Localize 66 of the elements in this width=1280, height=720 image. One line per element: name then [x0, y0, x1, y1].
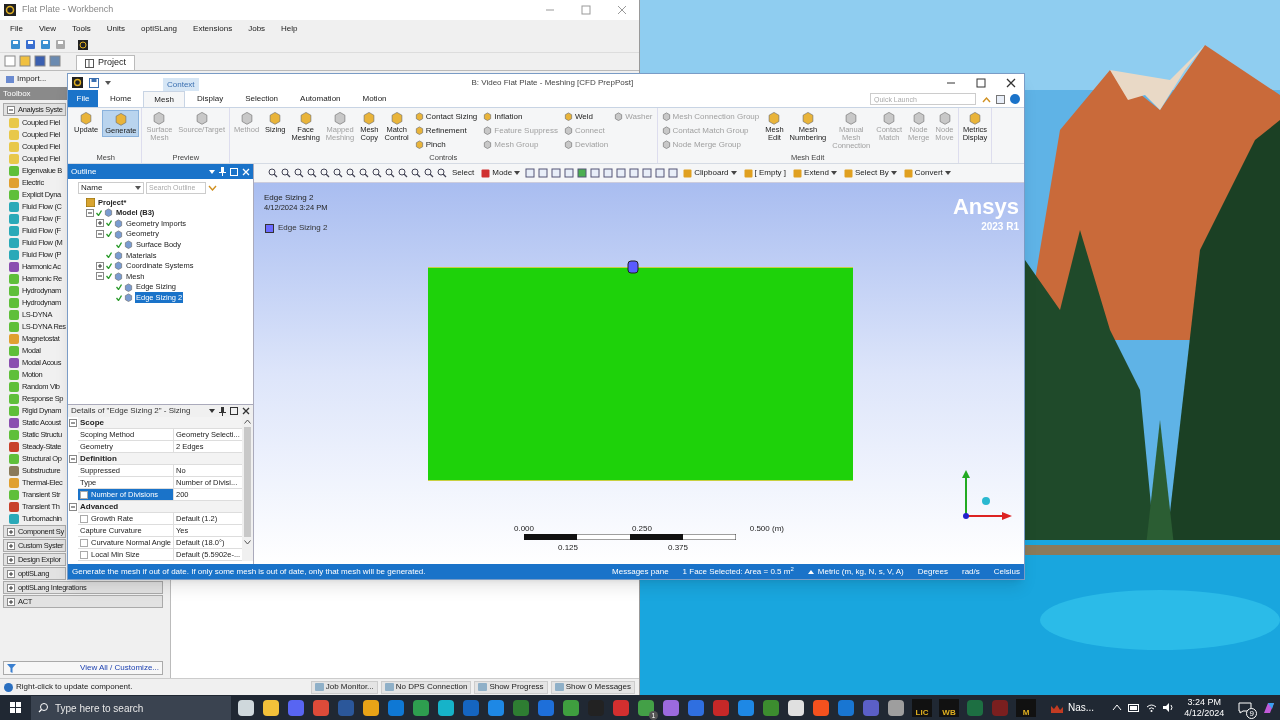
toolbar-button[interactable]: Mode: [479, 167, 523, 179]
toolbar-button[interactable]: Extend: [791, 167, 839, 179]
ribbon-tab[interactable]: Motion: [352, 91, 397, 107]
ribbon-button[interactable]: Contact Sizing: [414, 110, 478, 123]
section-header: Advanced: [78, 501, 243, 513]
status-item[interactable]: Messages pane: [612, 565, 669, 578]
view-title: Edge Sizing 2: [264, 192, 314, 204]
status-item[interactable]: 1 Face Selected: Area = 0.5 m$^{2}$: [682, 565, 794, 578]
toolbar-button[interactable]: Select: [450, 167, 477, 179]
scale-label: 0.250: [631, 523, 652, 535]
status-button[interactable]: No DPS Connection: [380, 680, 472, 694]
ribbon-tab[interactable]: Display: [186, 91, 234, 107]
ribbon-button[interactable]: Refinement: [414, 124, 478, 137]
panel-title: Details of "Edge Sizing 2" - Sizing: [71, 405, 192, 417]
status-item: Degrees: [917, 565, 948, 578]
count-badge: 9: [1246, 707, 1258, 719]
import-button[interactable]: Import...: [4, 73, 49, 85]
filter-dropdown[interactable]: Name: [78, 181, 144, 194]
menu-item[interactable]: Units: [106, 22, 125, 35]
ribbon-tab[interactable]: File: [68, 90, 98, 107]
ribbon-button[interactable]: Weld: [563, 110, 609, 123]
toolbar-button[interactable]: [ Empty ]: [741, 167, 789, 179]
toolbar-button[interactable]: Clipboard: [681, 167, 739, 179]
ribbon-button[interactable]: Pinch: [414, 138, 478, 151]
scale-label: 0.375: [667, 542, 688, 554]
version-label: 2023 R1: [981, 220, 1019, 234]
ribbon-tab[interactable]: Selection: [235, 91, 289, 107]
app-button[interactable]: LIC: [912, 698, 932, 717]
search-field[interactable]: Type here to search: [31, 696, 231, 720]
status-item: rad/s: [961, 565, 980, 578]
status-text: Right-click to update component.: [16, 681, 133, 693]
status-item[interactable]: Metric (m, kg, N, s, V, A): [817, 565, 904, 578]
section-header: Definition: [78, 453, 243, 465]
status-item: Celsius: [993, 565, 1020, 578]
clock-time[interactable]: 3:24 PM: [1187, 696, 1221, 708]
toolbar-button[interactable]: Select By: [841, 167, 899, 179]
menu-item[interactable]: Extensions: [193, 22, 233, 35]
menu-item[interactable]: optiSLang: [141, 22, 178, 35]
menu-item[interactable]: File: [10, 22, 23, 35]
clock-date[interactable]: 4/12/2024: [1184, 707, 1225, 719]
status-button[interactable]: Job Monitor...: [310, 680, 378, 694]
project-tab[interactable]: Project: [76, 55, 135, 70]
ribbon-tab[interactable]: Automation: [290, 91, 351, 107]
scale-label: 0.500 (m): [749, 523, 784, 535]
status-message: Generate the mesh if out of date. If only some mesh is out of date, only that mesh will be generated.: [72, 565, 427, 578]
toolbar-button[interactable]: Convert: [901, 167, 953, 179]
menu-item[interactable]: Jobs: [248, 22, 266, 35]
section-header: Scope: [78, 417, 243, 429]
scale-label: 0.125: [558, 542, 579, 554]
ribbon-button[interactable]: Inflation: [483, 110, 558, 123]
window-title: B: Video Flat Plate - Meshing [CFD PrepPost]: [470, 76, 635, 89]
ribbon-tab[interactable]: Mesh: [143, 91, 185, 107]
panel-title: Outline: [71, 165, 98, 178]
app-button[interactable]: M: [1016, 698, 1036, 717]
context-label: Context: [163, 78, 199, 91]
status-button[interactable]: Show Progress: [474, 680, 548, 694]
window-title: Flat Plate - Workbench: [22, 3, 114, 17]
legend-label: Edge Sizing 2: [278, 222, 328, 234]
app-button[interactable]: WB: [939, 698, 959, 717]
brand-logo: Ansys: [952, 195, 1019, 219]
menu-item[interactable]: View: [38, 22, 57, 35]
menu-item[interactable]: Help: [281, 22, 298, 35]
weather-text[interactable]: Nas...: [1068, 700, 1095, 715]
scale-label: 0.000: [514, 523, 535, 535]
menu-item[interactable]: Tools: [72, 22, 91, 35]
status-button[interactable]: Show 0 Messages: [550, 680, 635, 694]
